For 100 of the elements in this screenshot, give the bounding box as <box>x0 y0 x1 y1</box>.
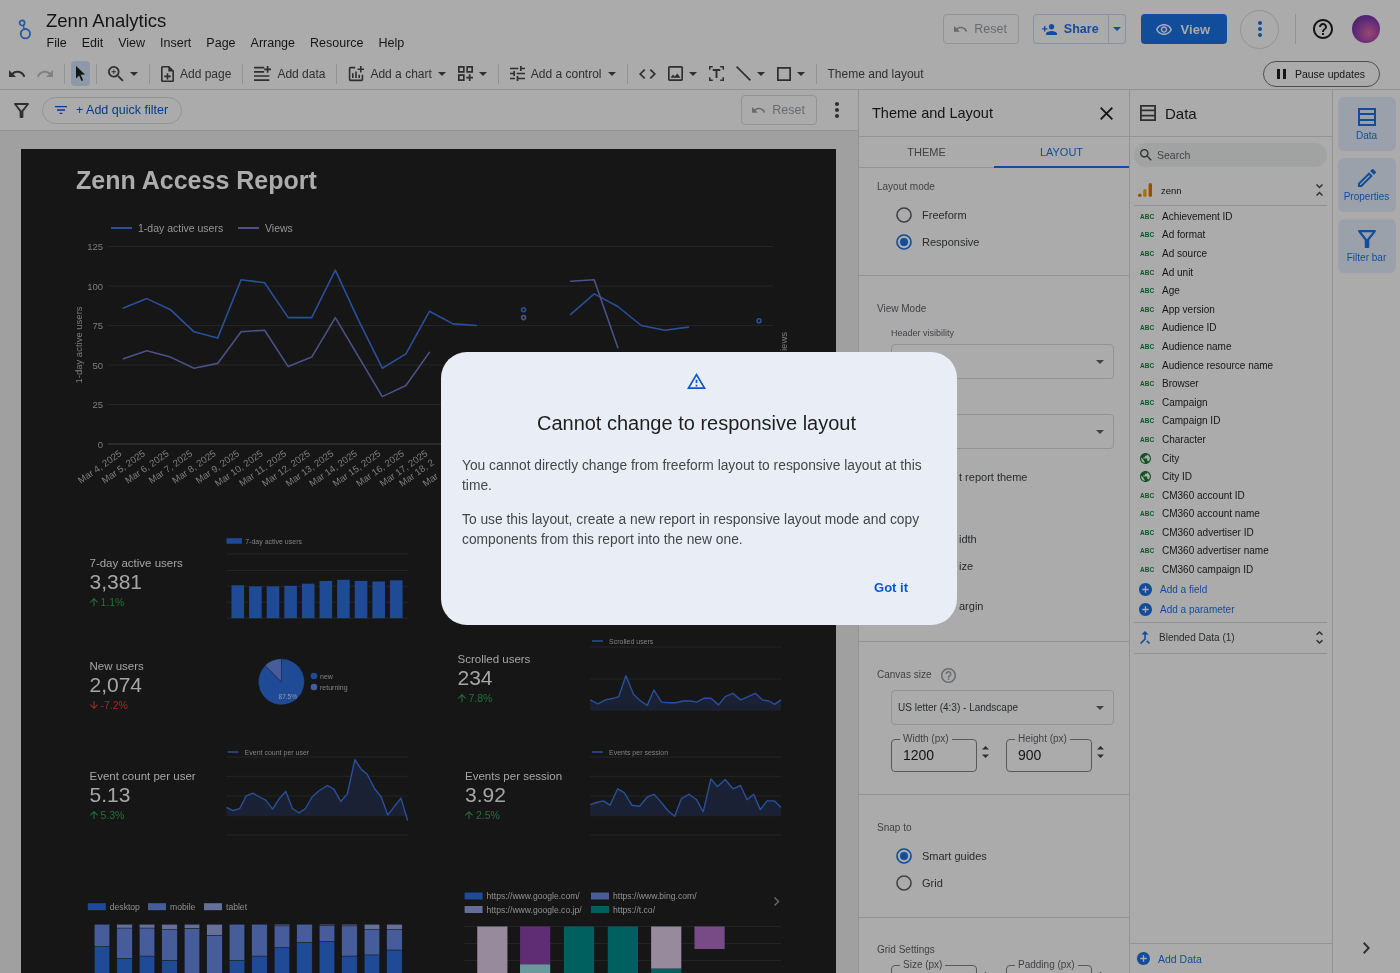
undo-icon <box>9 69 25 78</box>
bar <box>284 585 297 619</box>
field-name[interactable]: Audience resource name <box>1162 359 1274 371</box>
next-page-icon[interactable] <box>773 896 780 907</box>
zoom-icon <box>108 65 124 82</box>
theme-button[interactable]: Theme and layout <box>822 61 929 86</box>
blend-name[interactable]: Blended Data (1) <box>1159 632 1235 644</box>
dropdown-field[interactable]: US letter (4:3) - Landscape <box>891 690 1114 725</box>
dialog-text: To use this layout, create a new report in responsive layout mode and copy components from this report into the new one. <box>462 511 921 549</box>
field-name[interactable]: CM360 advertiser name <box>1162 545 1269 557</box>
code-icon <box>638 68 656 79</box>
search-field[interactable]: Search <box>1134 143 1327 167</box>
radio-button[interactable] <box>896 874 912 891</box>
field-name[interactable]: Ad unit <box>1162 266 1194 278</box>
person-add-icon <box>1041 23 1057 35</box>
menu-item[interactable]: Resource <box>302 34 372 52</box>
redo-icon <box>37 70 53 77</box>
add-link[interactable]: Add a field <box>1134 578 1208 600</box>
dialog-text: You cannot directly change from freeform layout to responsive layout at this time. <box>462 457 923 495</box>
select-tool-button[interactable] <box>71 61 90 86</box>
section-title: Snap to <box>877 821 912 835</box>
field-name[interactable]: Character <box>1162 433 1206 445</box>
field-name[interactable]: Audience name <box>1162 340 1232 352</box>
radio-button[interactable] <box>896 847 912 864</box>
add-data-button[interactable]: Add data <box>249 61 331 86</box>
caret-icon <box>756 71 765 76</box>
menu-item[interactable]: File <box>39 34 75 52</box>
menu-item[interactable]: View <box>110 34 153 52</box>
radio-label[interactable]: Grid <box>922 876 943 889</box>
radio-label[interactable]: Responsive <box>922 235 980 248</box>
add-chart-button[interactable]: Add a chart <box>343 61 451 86</box>
radio-label[interactable]: Freeform <box>922 208 967 221</box>
collapse-icon[interactable] <box>1316 184 1323 196</box>
field-name[interactable]: CM360 campaign ID <box>1162 564 1254 576</box>
chevron-right-icon[interactable] <box>1363 942 1370 954</box>
help-icon[interactable] <box>1313 19 1333 39</box>
legend-label: mobile <box>170 901 196 912</box>
field-name[interactable]: City <box>1162 452 1180 464</box>
more-icon[interactable] <box>835 102 839 118</box>
tab[interactable]: LAYOUT <box>994 137 1129 168</box>
axis-tick-label: 125 <box>87 241 103 252</box>
legend-label: https://www.google.co.jp/ <box>486 904 582 915</box>
field-name[interactable]: City ID <box>1162 471 1192 483</box>
menu-item[interactable]: Page <box>198 34 244 52</box>
app-logo-icon[interactable] <box>17 19 31 40</box>
legend-label: 1-day active users <box>138 221 224 234</box>
metric-label: Scrolled users <box>457 652 531 666</box>
axis-title: iews <box>778 332 789 351</box>
radio-label[interactable]: Smart guides <box>922 849 987 862</box>
shapes-icon <box>457 66 473 81</box>
field-label: Padding (px) <box>1015 958 1078 972</box>
menu-item[interactable]: Help <box>371 34 412 52</box>
legend-label: https://www.bing.com/ <box>613 891 697 902</box>
add-page-button[interactable]: Add page <box>156 61 237 86</box>
add-link[interactable]: Add a parameter <box>1134 599 1235 620</box>
share-menu-button[interactable] <box>1108 14 1126 44</box>
metric-change: 5.3% <box>100 808 125 822</box>
field-name[interactable]: Campaign ID <box>1162 415 1221 427</box>
radio-button[interactable] <box>896 206 912 223</box>
number-field[interactable]: Width (px) 1200 <box>891 732 977 772</box>
field-name[interactable]: Campaign <box>1162 396 1208 408</box>
field-name[interactable]: Achievement ID <box>1162 210 1233 222</box>
radio-button[interactable] <box>896 233 912 250</box>
expand-icon[interactable] <box>1316 631 1323 645</box>
add-data-link[interactable]: Add Data <box>1132 948 1202 969</box>
field-name[interactable]: Browser <box>1162 378 1199 390</box>
view-button[interactable]: View <box>1140 14 1227 44</box>
field-name[interactable]: CM360 advertiser ID <box>1162 526 1254 538</box>
metric-change: 7.8% <box>468 691 493 705</box>
share-button[interactable]: Share <box>1032 14 1109 44</box>
field-name[interactable]: Age <box>1162 285 1180 297</box>
stepper-icon[interactable] <box>1097 746 1104 758</box>
field-label: Header visibility <box>891 327 956 339</box>
cursor-icon <box>76 66 85 81</box>
funnel-icon <box>1357 230 1376 248</box>
field-name[interactable]: CM360 account name <box>1162 508 1260 520</box>
menu-item[interactable]: Edit <box>74 34 111 52</box>
field-name[interactable]: Audience ID <box>1162 322 1217 334</box>
add-data-icon <box>254 66 272 81</box>
menu-item[interactable]: Insert <box>152 34 199 52</box>
stepper-icon[interactable] <box>982 746 989 758</box>
arrow-up-icon <box>89 598 98 606</box>
legend-line-icon <box>227 751 239 753</box>
bar <box>319 580 333 619</box>
funnel-icon[interactable] <box>14 102 29 118</box>
document-title[interactable]: Zenn Analytics <box>46 10 167 32</box>
field-name[interactable]: CM360 account ID <box>1162 489 1245 501</box>
bar <box>337 579 350 619</box>
data-source-name[interactable]: zenn <box>1161 184 1182 196</box>
menu-item[interactable]: Arrange <box>243 34 303 52</box>
field-name[interactable]: Ad source <box>1162 248 1208 259</box>
field-label: Size (px) <box>900 958 946 972</box>
field-name[interactable]: App version <box>1162 303 1215 315</box>
user-avatar[interactable] <box>1352 15 1380 43</box>
field-name[interactable]: Ad format <box>1162 229 1206 241</box>
number-field[interactable]: Height (px) 900 <box>1006 732 1092 772</box>
confirm-button[interactable]: Got it <box>862 569 920 605</box>
add-control-button[interactable]: Add a control <box>504 61 621 86</box>
close-icon[interactable] <box>1100 106 1113 120</box>
tab[interactable]: THEME <box>859 137 994 168</box>
